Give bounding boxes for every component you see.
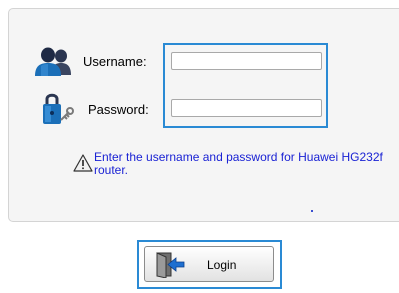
username-input[interactable] bbox=[171, 52, 322, 70]
login-button[interactable]: Login bbox=[144, 246, 274, 282]
lock-icon bbox=[43, 93, 74, 124]
password-label: Password: bbox=[88, 102, 149, 117]
user-icon bbox=[35, 47, 71, 76]
password-input[interactable] bbox=[171, 99, 322, 117]
username-label: Username: bbox=[83, 54, 147, 69]
login-hint-text: Enter the username and password for Huaw… bbox=[94, 150, 383, 177]
door-icon bbox=[156, 252, 185, 278]
panel-dot bbox=[311, 210, 313, 212]
warning-icon bbox=[73, 154, 93, 172]
login-label: Login bbox=[207, 258, 237, 272]
